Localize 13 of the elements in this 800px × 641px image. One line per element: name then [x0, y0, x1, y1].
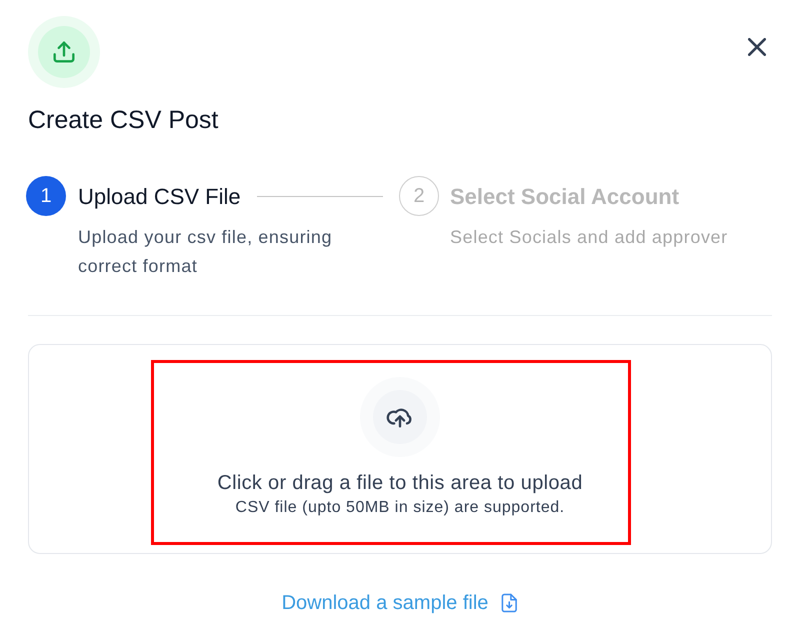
- file-download-icon: [501, 593, 518, 613]
- close-icon: [748, 38, 766, 56]
- step-description: Upload your csv file, ensuring correct format: [78, 226, 334, 278]
- step-description: Select Socials and add approver: [450, 226, 728, 249]
- dropzone-hint: CSV file (upto 50MB in size) are supported.: [235, 498, 565, 518]
- step-title: Select Social Account: [450, 182, 680, 210]
- link-label: Download a sample file: [282, 591, 488, 616]
- dropzone-title: Click or drag a file to this area to upload: [217, 471, 583, 496]
- step-number: 1: [26, 176, 66, 216]
- file-dropzone[interactable]: Click or drag a file to this area to upload CSV file (upto 50MB in size) are supported.: [28, 344, 772, 554]
- step-title: Upload CSV File: [78, 182, 241, 211]
- step-number: 2: [399, 176, 439, 216]
- dialog-title: Create CSV Post: [28, 105, 220, 135]
